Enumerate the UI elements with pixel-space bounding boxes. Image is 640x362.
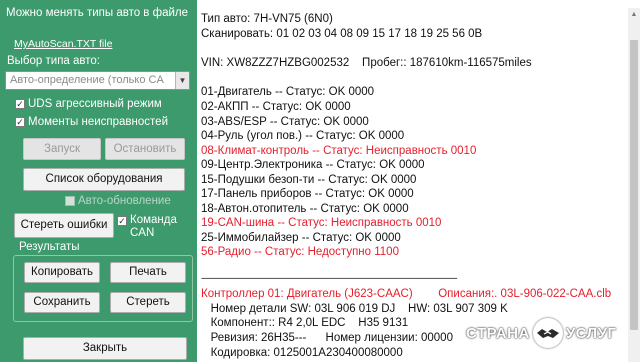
handshake-icon bbox=[532, 318, 563, 348]
print-button[interactable]: Печать bbox=[110, 262, 186, 283]
module-status-line: 15-Подушки безоп-ти -- Статус: OK 0000 bbox=[201, 174, 417, 186]
uds-checkmark-icon[interactable]: ✓ bbox=[15, 99, 25, 109]
car-types-file-link[interactable]: MyAutoScan.TXT file bbox=[14, 38, 112, 50]
close-button[interactable]: Закрыть bbox=[23, 337, 187, 360]
fault-moments-checkbox[interactable]: ✓ Моменты неисправностей bbox=[15, 116, 168, 128]
module-status-line: 04-Руль (угол пов.) -- Статус: OK 0000 bbox=[201, 130, 405, 142]
controller-detail-line: Ревизия: 26H35--- Номер лицензии: 00000 bbox=[201, 332, 453, 344]
erase-button[interactable]: Стереть bbox=[110, 292, 186, 313]
can-command-label: Команда CAN bbox=[130, 214, 177, 239]
controller-header-line: Контроллер 01: Двигатель (J623-CAAC) Опи… bbox=[201, 288, 612, 300]
watermark-logo: СТРАНА УСЛУГ bbox=[466, 315, 634, 351]
moments-checkmark-icon[interactable]: ✓ bbox=[15, 117, 25, 127]
moments-checkbox-label: Моменты неисправностей bbox=[28, 116, 168, 128]
watermark-right-word: УСЛУГ bbox=[565, 324, 617, 342]
car-type-line: Тип авто: 7H-VN75 (6N0) bbox=[201, 13, 333, 25]
scan-results-textarea[interactable]: Тип авто: 7H-VN75 (6N0) Сканировать: 01 … bbox=[197, 8, 629, 362]
uds-checkbox-label: UDS агрессивный режим bbox=[28, 98, 162, 110]
module-status-line-error: 08-Климат-контроль -- Статус: Неисправно… bbox=[201, 145, 477, 157]
car-type-select[interactable]: Авто-определение (только CA ▼ bbox=[5, 71, 190, 90]
car-type-select-value: Авто-определение (только CA bbox=[10, 74, 164, 86]
scan-list-line: Сканировать: 01 02 03 04 08 09 15 17 18 … bbox=[201, 28, 483, 40]
controller-detail-line: Кодировка: 0125001A230400080000 bbox=[201, 347, 403, 359]
controller-detail-line: Компонент:: R4 2,0L EDC H35 9131 bbox=[201, 317, 409, 329]
can-checkmark-icon[interactable]: ✓ bbox=[117, 216, 127, 226]
controller-detail-line: Номер детали SW: 03L 906 019 DJ HW: 03L … bbox=[201, 303, 508, 315]
auto-update-checkbox[interactable]: Авто-обновление bbox=[65, 195, 171, 207]
control-panel: Можно менять типы авто в файле MyAutoSca… bbox=[0, 0, 197, 362]
copy-button[interactable]: Копировать bbox=[24, 262, 100, 283]
can-command-checkbox[interactable]: ✓ Команда CAN bbox=[117, 214, 188, 240]
watermark-left-word: СТРАНА bbox=[466, 324, 530, 342]
module-status-line: 09-Центр.Электроника -- Статус: OK 0000 bbox=[201, 159, 425, 171]
clear-errors-button[interactable]: Стереть ошибки bbox=[14, 213, 114, 238]
module-status-line: 18-Автон.отопитель -- Статус: OK 0000 bbox=[201, 203, 409, 215]
stop-button[interactable]: Остановить bbox=[105, 138, 185, 160]
vin-mileage-line: VIN: XW8ZZZ7HZBG002532 Пробег:: 187610km… bbox=[201, 57, 532, 69]
car-type-label: Выбор типа авто: bbox=[7, 55, 100, 67]
scroll-up-arrow-icon[interactable]: ▲ bbox=[628, 8, 640, 22]
module-status-line: 02-АКПП -- Статус: OK 0000 bbox=[201, 101, 351, 113]
module-status-line: 01-Двигатель -- Статус: OK 0000 bbox=[201, 86, 375, 98]
scrollbar-thumb[interactable] bbox=[630, 40, 638, 330]
module-status-line: 03-ABS/ESP -- Статус: OK 0000 bbox=[201, 116, 369, 128]
equipment-list-button[interactable]: Список оборудования bbox=[23, 168, 185, 191]
uds-aggressive-checkbox[interactable]: ✓ UDS агрессивный режим bbox=[15, 98, 162, 110]
module-status-line: 25-Иммобилайзер -- Статус: OK 0000 bbox=[201, 232, 401, 244]
module-status-line-error: 19-CAN-шина -- Статус: Неисправность 001… bbox=[201, 217, 442, 229]
module-status-line-error: 56-Радио -- Статус: Недоступно 1100 bbox=[201, 246, 399, 258]
auto-update-label: Авто-обновление bbox=[78, 195, 171, 207]
module-status-line: 17-Панель приборов -- Статус: OK 0000 bbox=[201, 188, 414, 200]
auto-update-check-box[interactable] bbox=[65, 196, 75, 206]
vertical-scrollbar[interactable]: ▲ bbox=[628, 8, 640, 362]
results-group-label: Результаты bbox=[19, 241, 80, 253]
car-types-hint: Можно менять типы авто в файле bbox=[6, 7, 188, 19]
start-button[interactable]: Запуск bbox=[23, 138, 101, 160]
chevron-down-icon[interactable]: ▼ bbox=[175, 72, 189, 89]
save-button[interactable]: Сохранить bbox=[24, 292, 100, 313]
separator-line: ----------------------------------------… bbox=[201, 273, 458, 283]
